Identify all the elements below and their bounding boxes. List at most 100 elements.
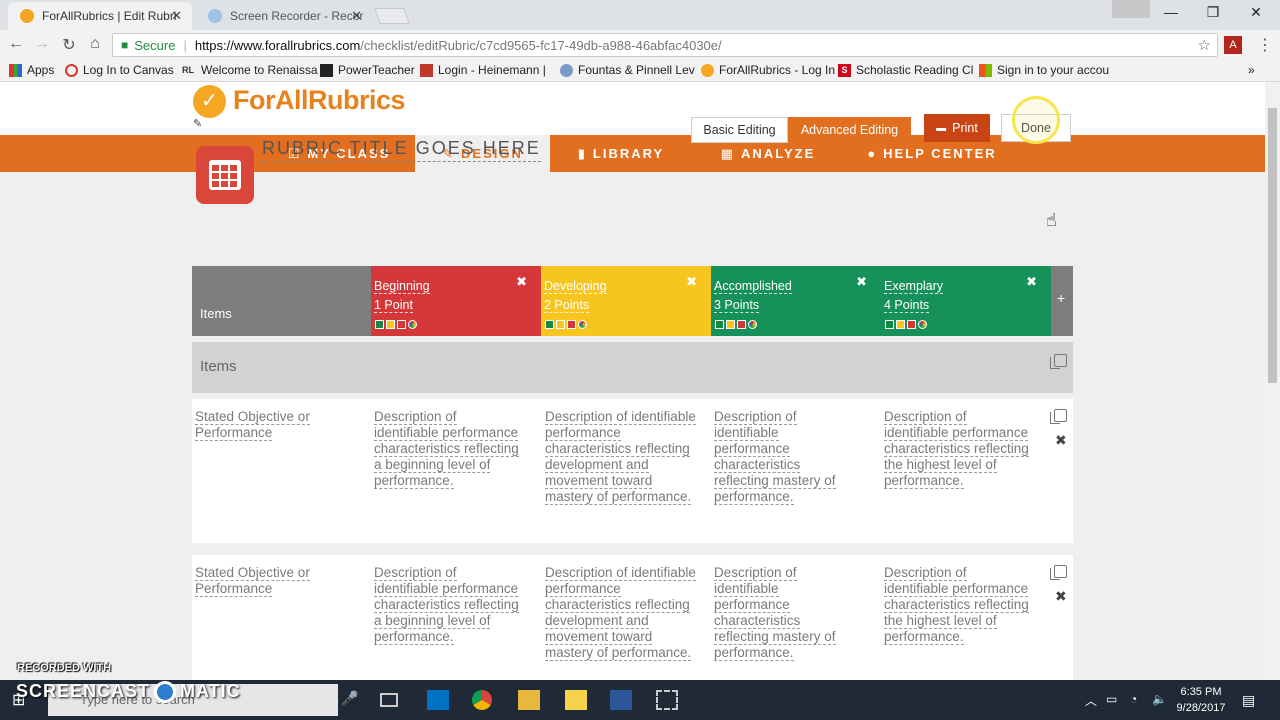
color-swatches[interactable] — [545, 320, 587, 329]
swatch-yellow[interactable] — [556, 320, 565, 329]
description-cell[interactable]: Description of identifiable performance … — [884, 409, 1029, 489]
description-cell[interactable]: Description of identifiable performance … — [714, 409, 854, 505]
description-cell[interactable]: Description of identifiable performance … — [545, 565, 697, 661]
level-header-developing[interactable]: Developing 2 Points ✖ — [541, 266, 711, 336]
description-cell[interactable]: Description of identifiable performance … — [714, 565, 854, 661]
delete-row-icon[interactable]: ✖ — [1055, 588, 1067, 605]
swatch-red[interactable] — [737, 320, 746, 329]
minimize-button[interactable]: — — [1151, 4, 1191, 20]
bookmark-renaissance[interactable]: RL Welcome to Renaissa — [180, 63, 318, 77]
taskbar-clock[interactable]: 6:35 PM 9/28/2017 — [1170, 684, 1232, 716]
bookmark-star-icon[interactable]: ☆ — [1198, 36, 1211, 54]
bookmark-canvas[interactable]: Log In to Canvas — [65, 63, 174, 77]
word-icon[interactable] — [610, 690, 632, 710]
bookmark-heinemann[interactable]: Login - Heinemann | — [420, 63, 546, 77]
level-name[interactable]: Developing — [544, 279, 607, 294]
add-level-button[interactable]: + — [1051, 266, 1073, 336]
swatch-green[interactable] — [375, 320, 384, 329]
swatch-yellow[interactable] — [726, 320, 735, 329]
level-header-exemplary[interactable]: Exemplary 4 Points ✖ — [881, 266, 1051, 336]
scrollbar-thumb[interactable] — [1268, 108, 1277, 383]
swatch-yellow[interactable] — [386, 320, 395, 329]
description-cell[interactable]: Description of identifiable performance … — [884, 565, 1029, 645]
chrome-icon[interactable] — [472, 690, 492, 710]
objective-cell[interactable]: Stated Objective or Performance — [195, 565, 325, 597]
swatch-red[interactable] — [907, 320, 916, 329]
color-wheel-icon[interactable] — [408, 320, 417, 329]
user-profile-icon[interactable] — [1112, 0, 1150, 18]
restore-button[interactable]: ❐ — [1193, 4, 1233, 21]
outlook-icon[interactable] — [427, 690, 449, 710]
home-icon[interactable]: ⌂ — [84, 35, 106, 53]
notifications-icon[interactable]: ▤ — [1242, 692, 1255, 709]
edit-pencil-icon[interactable]: ✎ — [193, 117, 202, 130]
address-bar[interactable]: ■ Secure | https://www.forallrubrics.com… — [112, 33, 1218, 57]
swatch-green[interactable] — [885, 320, 894, 329]
microphone-icon[interactable]: 🎤 — [341, 690, 363, 710]
forward-icon[interactable]: → — [31, 35, 53, 53]
color-swatches[interactable] — [885, 320, 927, 329]
level-header-accomplished[interactable]: Accomplished 3 Points ✖ — [711, 266, 881, 336]
copy-icon[interactable] — [1050, 354, 1067, 369]
bookmark-apps[interactable]: Apps — [9, 63, 54, 77]
print-button[interactable]: ▬ Print — [924, 114, 990, 142]
level-name[interactable]: Exemplary — [884, 279, 944, 294]
level-name[interactable]: Accomplished — [714, 279, 792, 294]
color-wheel-icon[interactable] — [578, 320, 587, 329]
task-view-icon[interactable] — [380, 693, 398, 707]
close-window-button[interactable]: ✕ — [1236, 4, 1276, 21]
remove-level-icon[interactable]: ✖ — [1026, 274, 1037, 290]
page-scrollbar[interactable] — [1265, 82, 1280, 680]
description-cell[interactable]: Description of identifiable performance … — [545, 409, 697, 505]
bookmark-forallrubrics[interactable]: ForAllRubrics - Log In — [701, 63, 835, 77]
site-logo[interactable]: ForAllRubrics — [233, 85, 406, 116]
copy-row-icon[interactable] — [1050, 565, 1067, 580]
level-header-beginning[interactable]: Beginning 1 Point ✖ — [371, 266, 541, 336]
color-swatches[interactable] — [375, 320, 417, 329]
remove-level-icon[interactable]: ✖ — [686, 274, 697, 290]
level-points[interactable]: 3 Points — [714, 298, 760, 313]
basic-editing-button[interactable]: Basic Editing — [691, 117, 788, 143]
swatch-red[interactable] — [397, 320, 406, 329]
objective-cell[interactable]: Stated Objective or Performance — [195, 409, 325, 441]
remove-level-icon[interactable]: ✖ — [516, 274, 527, 290]
close-tab-icon[interactable]: ✕ — [351, 8, 362, 24]
description-cell[interactable]: Description of identifiable performance … — [374, 409, 524, 489]
sticky-notes-icon[interactable] — [565, 690, 587, 710]
bookmark-powerteacher[interactable]: PowerTeacher — [320, 63, 415, 77]
snipping-tool-icon[interactable] — [656, 690, 678, 710]
file-explorer-icon[interactable] — [518, 690, 540, 710]
network-icon[interactable]: ◔ — [1130, 692, 1137, 706]
swatch-yellow[interactable] — [896, 320, 905, 329]
bookmark-fountas[interactable]: Fountas & Pinnell Lev — [560, 63, 695, 77]
swatch-green[interactable] — [715, 320, 724, 329]
color-wheel-icon[interactable] — [918, 320, 927, 329]
show-hidden-icons[interactable]: ︿ — [1085, 692, 1097, 709]
bookmark-microsoft[interactable]: Sign in to your accou — [979, 63, 1109, 77]
reload-icon[interactable]: ↻ — [58, 35, 80, 55]
bookmark-scholastic[interactable]: S Scholastic Reading Cl — [838, 63, 973, 77]
level-points[interactable]: 4 Points — [884, 298, 930, 313]
level-points[interactable]: 1 Point — [374, 298, 413, 313]
close-tab-icon[interactable]: ✕ — [171, 8, 182, 24]
color-swatches[interactable] — [715, 320, 757, 329]
advanced-editing-button[interactable]: Advanced Editing — [788, 117, 911, 143]
volume-icon[interactable]: 🔈 — [1152, 692, 1167, 706]
nav-library[interactable]: ▮ LIBRARY — [566, 135, 676, 172]
swatch-red[interactable] — [567, 320, 576, 329]
remove-level-icon[interactable]: ✖ — [856, 274, 867, 290]
section-label[interactable]: Items — [200, 358, 237, 375]
color-wheel-icon[interactable] — [748, 320, 757, 329]
level-points[interactable]: 2 Points — [544, 298, 590, 313]
back-icon[interactable]: ← — [5, 35, 27, 53]
description-cell[interactable]: Description of identifiable performance … — [374, 565, 524, 645]
power-icon[interactable]: ▭ — [1106, 692, 1117, 706]
copy-row-icon[interactable] — [1050, 409, 1067, 424]
menu-kebab-icon[interactable]: ⋮ — [1254, 35, 1276, 55]
rubric-title[interactable]: RUBRIC TITLE GOES HERE — [262, 138, 541, 162]
swatch-green[interactable] — [545, 320, 554, 329]
level-name[interactable]: Beginning — [374, 279, 430, 294]
more-bookmarks-icon[interactable]: » — [1248, 63, 1255, 77]
tab-forallrubrics[interactable]: ForAllRubrics | Edit Rubri ✕ — [8, 2, 192, 30]
pdf-extension-icon[interactable]: A — [1224, 36, 1242, 54]
